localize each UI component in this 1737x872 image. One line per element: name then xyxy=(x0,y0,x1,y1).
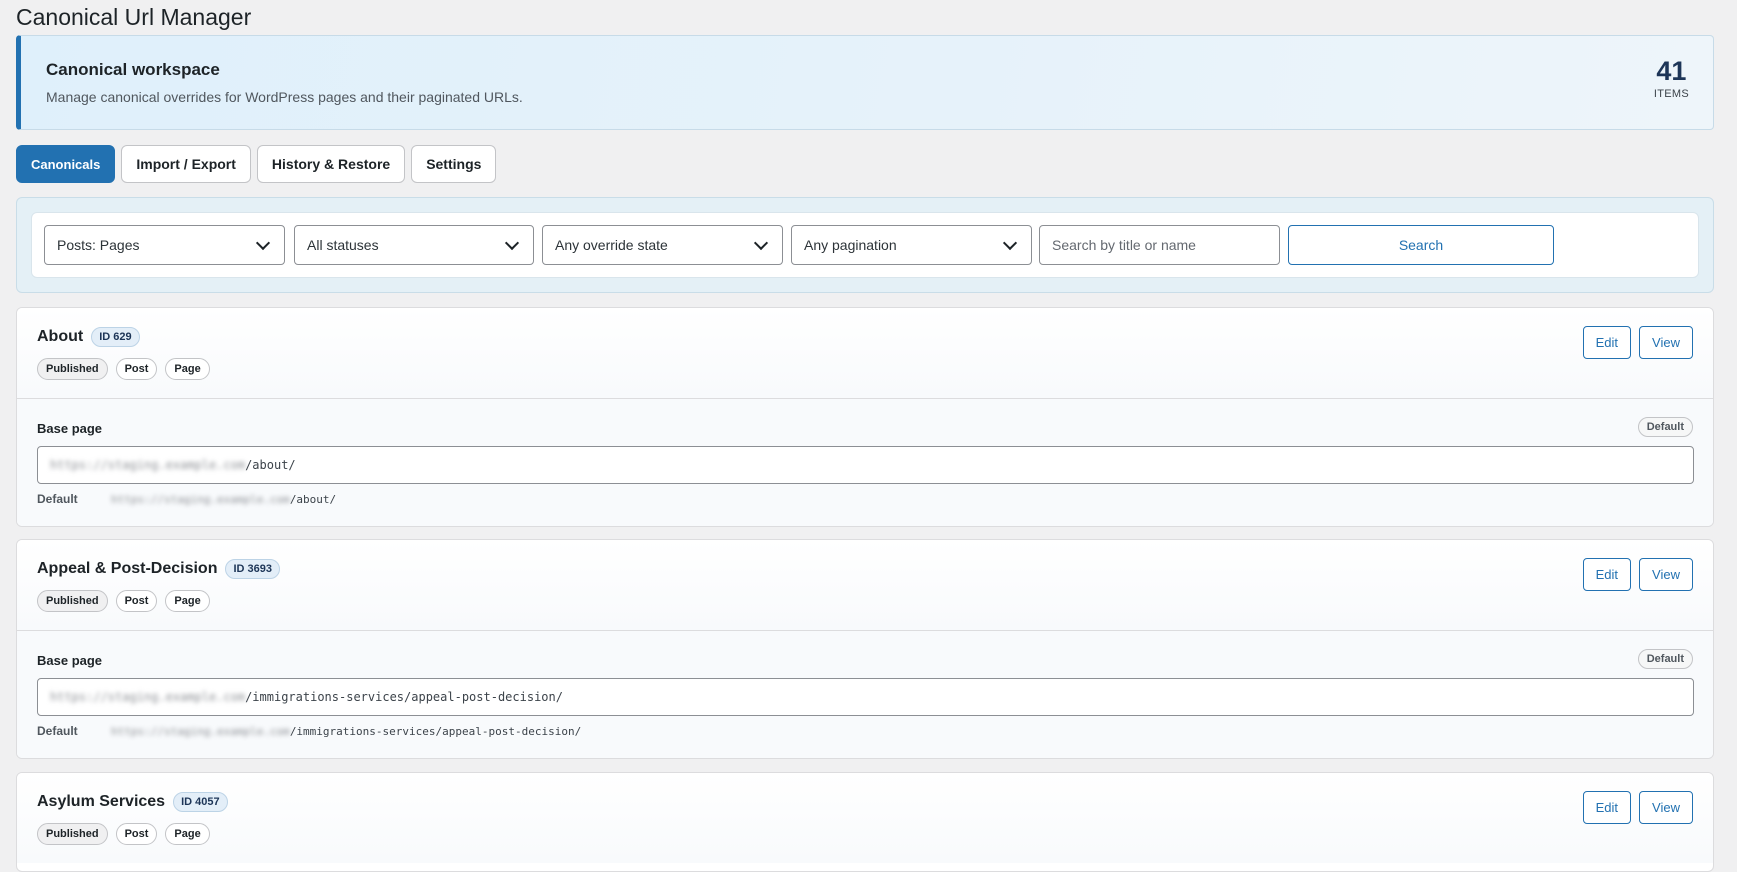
item-count-number: 41 xyxy=(1656,56,1687,86)
post-type-select[interactable]: Posts: Pages xyxy=(44,225,285,265)
page-title: Canonical Url Manager xyxy=(16,4,252,30)
tab-settings[interactable]: Settings xyxy=(411,145,497,183)
tab-bar: Canonicals Import / Export History & Res… xyxy=(16,145,497,183)
override-select[interactable]: Any override state xyxy=(542,225,783,265)
status-badge: Published xyxy=(37,590,108,612)
view-button[interactable]: View xyxy=(1639,791,1693,824)
default-url-host: https://staging.example.com xyxy=(111,492,290,506)
search-button[interactable]: Search xyxy=(1288,225,1554,265)
workspace-banner: Canonical workspace Manage canonical ove… xyxy=(16,35,1714,130)
filter-panel: Posts: Pages All statuses Any override s… xyxy=(16,197,1714,293)
search-input[interactable]: Search by title or name xyxy=(1039,225,1280,265)
url-host: https://staging.example.com xyxy=(50,690,246,704)
post-type-value: Posts: Pages xyxy=(57,237,140,253)
card-actions: Edit View xyxy=(1582,326,1693,359)
pagination-value: Any pagination xyxy=(804,237,897,253)
item-title: Asylum Services xyxy=(37,793,166,810)
chevron-down-icon xyxy=(255,235,271,250)
id-badge: ID 629 xyxy=(91,327,140,347)
status-chips: Published Post Page xyxy=(37,358,210,380)
chevron-down-icon xyxy=(753,235,769,250)
filter-bar: Posts: Pages All statuses Any override s… xyxy=(31,212,1699,278)
card-body: Base page Default https://staging.exampl… xyxy=(17,399,1713,526)
status-badge: Published xyxy=(37,358,108,380)
view-button[interactable]: View xyxy=(1639,558,1693,591)
item-title: About xyxy=(37,328,84,345)
card-header: Appeal & Post-Decision ID 3693 Published… xyxy=(17,540,1713,631)
status-value: All statuses xyxy=(307,237,379,253)
subtype-badge: Page xyxy=(165,358,210,380)
banner-title: Canonical workspace xyxy=(46,60,220,79)
chevron-down-icon xyxy=(1002,235,1018,250)
tab-canonicals[interactable]: Canonicals xyxy=(16,145,116,183)
default-url-row: Default https://staging.example.com/abou… xyxy=(37,492,336,506)
override-value: Any override state xyxy=(555,237,668,253)
url-path: /about/ xyxy=(245,458,296,472)
tab-history-restore[interactable]: History & Restore xyxy=(256,145,406,183)
edit-button[interactable]: Edit xyxy=(1582,326,1632,359)
default-badge: Default xyxy=(1637,649,1693,669)
item-title: Appeal & Post-Decision xyxy=(37,560,218,577)
card-body: Base page Default https://staging.exampl… xyxy=(17,631,1713,758)
default-url-row: Default https://staging.example.com/immi… xyxy=(37,724,581,738)
edit-button[interactable]: Edit xyxy=(1582,791,1632,824)
tab-import-export[interactable]: Import / Export xyxy=(121,145,251,183)
type-badge: Post xyxy=(115,823,158,845)
canonical-url-input[interactable]: https://staging.example.com/about/ xyxy=(37,446,1694,484)
subtype-badge: Page xyxy=(165,590,210,612)
banner-subtitle: Manage canonical overrides for WordPress… xyxy=(46,89,523,105)
item-count-label: ITEMS xyxy=(1653,88,1689,100)
default-url-label: Default xyxy=(37,492,78,506)
pagination-select[interactable]: Any pagination xyxy=(791,225,1032,265)
card-header: About ID 629 Published Post Page Edit Vi… xyxy=(17,308,1713,399)
status-chips: Published Post Page xyxy=(37,823,210,845)
subtype-badge: Page xyxy=(165,823,210,845)
status-chips: Published Post Page xyxy=(37,590,210,612)
default-badge: Default xyxy=(1637,417,1693,437)
url-host: https://staging.example.com xyxy=(50,458,246,472)
default-url-host: https://staging.example.com xyxy=(111,724,290,738)
card-actions: Edit View xyxy=(1582,791,1693,824)
card-actions: Edit View xyxy=(1582,558,1693,591)
card-title-row: About ID 629 xyxy=(37,327,140,347)
item-count: 41 ITEMS xyxy=(1654,56,1689,100)
canonical-card: Asylum Services ID 4057 Published Post P… xyxy=(16,772,1714,872)
card-header: Asylum Services ID 4057 Published Post P… xyxy=(17,773,1713,863)
canonical-card: Appeal & Post-Decision ID 3693 Published… xyxy=(16,539,1714,759)
type-badge: Post xyxy=(115,358,158,380)
canonical-card: About ID 629 Published Post Page Edit Vi… xyxy=(16,307,1714,527)
canonical-url-input[interactable]: https://staging.example.com/immigrations… xyxy=(37,678,1694,716)
card-title-row: Appeal & Post-Decision ID 3693 xyxy=(37,559,281,579)
chevron-down-icon xyxy=(504,235,520,250)
card-title-row: Asylum Services ID 4057 xyxy=(37,792,228,812)
default-url-path: /immigrations-services/appeal-post-decis… xyxy=(289,724,582,738)
url-path: /immigrations-services/appeal-post-decis… xyxy=(245,690,563,704)
type-badge: Post xyxy=(115,590,158,612)
id-badge: ID 3693 xyxy=(225,559,281,579)
base-page-label: Base page xyxy=(37,421,103,436)
default-url-label: Default xyxy=(37,724,78,738)
status-select[interactable]: All statuses xyxy=(294,225,534,265)
default-url-path: /about/ xyxy=(289,492,337,506)
base-page-label: Base page xyxy=(37,653,103,668)
view-button[interactable]: View xyxy=(1639,326,1693,359)
id-badge: ID 4057 xyxy=(173,792,228,812)
status-badge: Published xyxy=(37,823,108,845)
edit-button[interactable]: Edit xyxy=(1582,558,1632,591)
